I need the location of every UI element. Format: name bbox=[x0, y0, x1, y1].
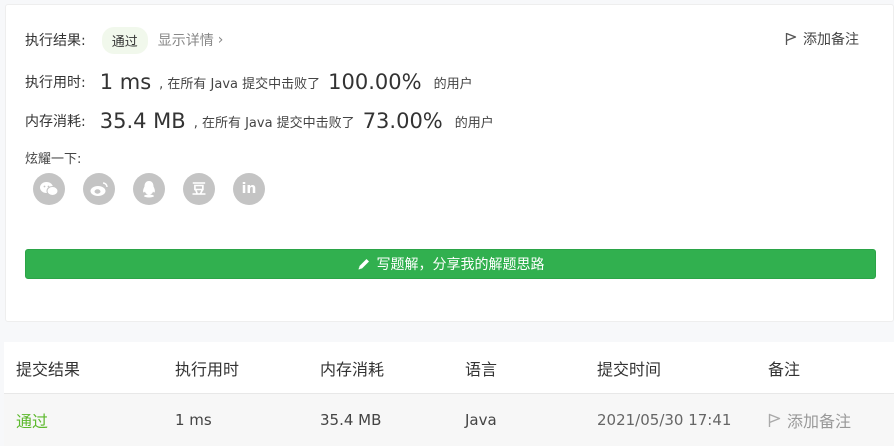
memory-users-text: 的用户 bbox=[454, 115, 494, 131]
runtime-label: 执行用时: bbox=[25, 75, 86, 91]
linkedin-icon[interactable]: in bbox=[233, 173, 265, 205]
header-runtime: 执行用时 bbox=[175, 360, 240, 379]
submission-table: 提交结果 执行用时 内存消耗 语言 提交时间 备注 通过 1 ms 35.4 M… bbox=[4, 342, 894, 446]
header-status: 提交结果 bbox=[16, 360, 81, 379]
row-add-note-button[interactable]: 添加备注 bbox=[768, 394, 851, 446]
runtime-beat-text: , 在所有 Java 提交中击败了 bbox=[159, 76, 321, 92]
memory-value: 35.4 MB bbox=[99, 109, 186, 133]
wechat-icon[interactable] bbox=[33, 173, 65, 205]
table-header: 提交结果 执行用时 内存消耗 语言 提交时间 备注 bbox=[4, 342, 894, 394]
flag-icon bbox=[785, 32, 797, 45]
qq-icon[interactable] bbox=[133, 173, 165, 205]
share-icons: 豆 in bbox=[33, 173, 283, 205]
memory-row: 内存消耗: 35.4 MB , 在所有 Java 提交中击败了 73.00% 的… bbox=[25, 106, 494, 136]
show-details-link[interactable]: 显示详情 › bbox=[158, 30, 224, 50]
status-badge: 通过 bbox=[101, 26, 148, 54]
memory-beat-text: , 在所有 Java 提交中击败了 bbox=[193, 115, 355, 131]
douban-icon[interactable]: 豆 bbox=[183, 173, 215, 205]
memory-label: 内存消耗: bbox=[25, 114, 86, 130]
row-time: 2021/05/30 17:41 bbox=[597, 411, 732, 429]
row-memory: 35.4 MB bbox=[320, 411, 382, 429]
header-language: 语言 bbox=[465, 360, 498, 379]
chevron-right-icon: › bbox=[217, 32, 224, 48]
row-language: Java bbox=[465, 411, 497, 429]
header-time: 提交时间 bbox=[597, 360, 662, 379]
write-solution-label: 写题解，分享我的解题思路 bbox=[376, 257, 545, 273]
runtime-value: 1 ms bbox=[99, 70, 152, 94]
pencil-icon bbox=[358, 259, 369, 270]
table-row: 通过 1 ms 35.4 MB Java 2021/05/30 17:41 添加… bbox=[4, 394, 894, 446]
runtime-users-text: 的用户 bbox=[433, 76, 473, 92]
header-note: 备注 bbox=[768, 360, 801, 379]
result-row: 执行结果: 通过 显示详情 › bbox=[25, 26, 224, 54]
runtime-percent: 100.00% bbox=[328, 70, 422, 94]
row-status-link[interactable]: 通过 bbox=[16, 394, 48, 446]
share-label: 炫耀一下: bbox=[25, 152, 82, 167]
write-solution-button[interactable]: 写题解，分享我的解题思路 bbox=[25, 249, 876, 279]
weibo-icon[interactable] bbox=[83, 173, 115, 205]
result-label: 执行结果: bbox=[25, 33, 86, 49]
row-add-note-label: 添加备注 bbox=[787, 412, 852, 431]
row-runtime: 1 ms bbox=[175, 411, 212, 429]
add-note-button[interactable]: 添加备注 bbox=[785, 29, 859, 49]
add-note-label: 添加备注 bbox=[803, 32, 859, 48]
memory-percent: 73.00% bbox=[362, 109, 443, 133]
header-memory: 内存消耗 bbox=[320, 360, 385, 379]
result-card: 执行结果: 通过 显示详情 › 添加备注 执行用时: 1 ms , 在所有 Ja… bbox=[5, 4, 894, 322]
runtime-row: 执行用时: 1 ms , 在所有 Java 提交中击败了 100.00% 的用户 bbox=[25, 67, 473, 97]
show-details-label: 显示详情 bbox=[157, 33, 214, 49]
flag-icon bbox=[768, 413, 781, 427]
